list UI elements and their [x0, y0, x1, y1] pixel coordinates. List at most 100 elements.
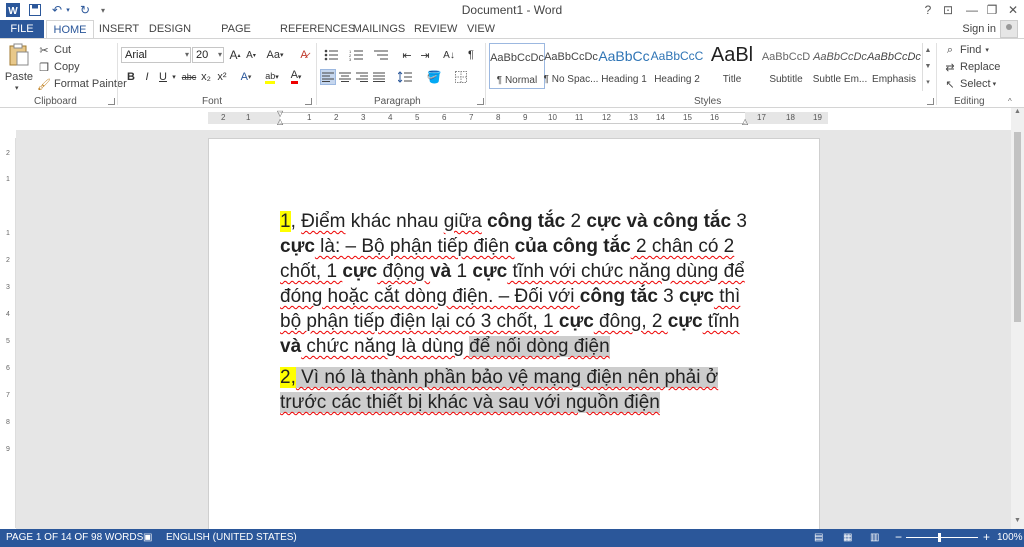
scrollbar-thumb[interactable]	[1014, 132, 1021, 322]
tab-page-layout[interactable]: PAGE LAYOUT	[200, 20, 272, 53]
minimize-button[interactable]: —	[961, 1, 983, 19]
zoom-slider-thumb[interactable]	[938, 533, 941, 542]
language-indicator[interactable]: ENGLISH (UNITED STATES)	[166, 532, 297, 543]
tab-review[interactable]: REVIEW	[414, 20, 457, 38]
ruler-number: 6	[442, 113, 447, 122]
multilevel-list-button[interactable]	[370, 47, 392, 63]
bold-term: của công tắc	[514, 236, 631, 257]
tab-design[interactable]: DESIGN	[148, 20, 192, 38]
hanging-indent-marker-icon[interactable]: △	[277, 117, 283, 126]
strikethrough-button[interactable]: abc	[180, 69, 198, 85]
shading-button[interactable]: 🪣	[423, 69, 445, 85]
paste-button[interactable]: Paste ▾	[4, 43, 33, 92]
help-button[interactable]: ?	[917, 1, 939, 19]
word-count[interactable]: 4 OF 98 WORDS	[66, 532, 143, 543]
borders-button[interactable]	[450, 69, 472, 85]
tab-insert[interactable]: INSERT	[98, 20, 140, 38]
italic-button[interactable]: I	[139, 69, 155, 85]
align-left-button[interactable]	[320, 69, 336, 85]
print-layout-icon[interactable]: ▦	[843, 532, 852, 543]
font-launcher-icon[interactable]	[305, 98, 312, 105]
document-page[interactable]: 1, Điểm khác nhau giữa công tắc 2 cực và…	[208, 138, 820, 538]
scroll-down-icon[interactable]: ▼	[923, 59, 933, 75]
proofing-icon[interactable]: ▣	[143, 532, 152, 543]
restore-button[interactable]: ❐	[981, 1, 1003, 19]
justify-button[interactable]	[371, 69, 387, 85]
bold-button[interactable]: B	[123, 69, 139, 85]
style-no-spacing[interactable]: AaBbCcDc ¶ No Spac...	[543, 43, 599, 89]
close-button[interactable]: ✕	[1002, 1, 1024, 19]
cut-button[interactable]: ✂ Cut	[37, 42, 71, 58]
web-layout-icon[interactable]: ▥	[870, 532, 879, 543]
scroll-down-arrow-icon[interactable]: ▼	[1011, 517, 1024, 529]
paragraph-2[interactable]: 2, Vì nó là thành phần bảo vệ mạng điện …	[280, 365, 750, 415]
underline-dropdown-icon[interactable]: ▾	[169, 69, 179, 85]
page-count[interactable]: PAGE 1 OF 1	[6, 532, 66, 543]
shrink-font-button[interactable]: A ▾	[243, 47, 259, 63]
superscript-button[interactable]: x²	[214, 69, 230, 85]
style-subtitle[interactable]: AaBbCcD Subtitle	[758, 43, 814, 89]
sort-icon[interactable]: A↓	[441, 47, 457, 63]
ribbon-display-button[interactable]: ⊡	[937, 1, 959, 19]
right-indent-marker-icon[interactable]: △	[742, 117, 748, 126]
format-painter-button[interactable]: 🖌 Format Painter	[37, 76, 127, 92]
horizontal-ruler[interactable]: ▽ △ △ 2 1 1 2 3 4 5 6 7 8 9 10 11 12 13 …	[0, 108, 1024, 130]
style-heading-1[interactable]: AaBbCc Heading 1	[596, 43, 652, 89]
increase-indent-icon[interactable]: ⇥	[417, 47, 433, 63]
group-divider	[936, 43, 937, 105]
font-size-combo[interactable]: 20 ▾	[192, 47, 224, 63]
zoom-out-button[interactable]: −	[895, 530, 902, 544]
highlight-button[interactable]: ab ▾	[262, 69, 282, 85]
scroll-up-arrow-icon[interactable]: ▲	[1011, 108, 1024, 120]
align-right-button[interactable]	[354, 69, 370, 85]
style-subtle-emphasis[interactable]: AaBbCcDc Subtle Em...	[812, 43, 868, 89]
style-name: ¶ Normal	[496, 75, 538, 86]
zoom-slider-track[interactable]	[906, 537, 978, 538]
line-spacing-button[interactable]	[394, 69, 416, 85]
clipboard-launcher-icon[interactable]	[108, 98, 115, 105]
zoom-level[interactable]: 100%	[997, 532, 1023, 543]
collapse-ribbon-icon[interactable]: ^	[1008, 97, 1012, 106]
avatar-icon[interactable]	[1000, 20, 1018, 38]
style-heading-2[interactable]: AaBbCcC Heading 2	[649, 43, 705, 89]
numbering-button[interactable]: 123	[345, 47, 367, 63]
style-normal[interactable]: AaBbCcDc ¶ Normal	[489, 43, 545, 89]
vertical-ruler[interactable]: 2 1 1 2 3 4 5 6 7 8 9	[4, 138, 16, 528]
styles-launcher-icon[interactable]	[927, 98, 934, 105]
styles-gallery-scroll[interactable]: ▲ ▼ ▾	[922, 43, 933, 91]
align-center-button[interactable]	[337, 69, 353, 85]
style-title[interactable]: AaBl Title	[704, 43, 760, 89]
more-styles-icon[interactable]: ▾	[923, 75, 933, 91]
document-body[interactable]: 1, Điểm khác nhau giữa công tắc 2 cực và…	[280, 209, 750, 421]
vertical-scrollbar[interactable]: ▲ ▼	[1011, 108, 1024, 529]
text-effects-button[interactable]: A ▾	[238, 69, 254, 85]
tab-view[interactable]: VIEW	[464, 20, 498, 38]
change-case-button[interactable]: Aa ▾	[264, 47, 286, 63]
font-name-combo[interactable]: Arial ▾	[121, 47, 191, 63]
show-formatting-button[interactable]: ¶	[463, 47, 479, 63]
tab-references[interactable]: REFERENCES	[280, 20, 355, 38]
font-color-button[interactable]: A ▾	[286, 69, 306, 85]
style-emphasis[interactable]: AaBbCcDc Emphasis	[866, 43, 922, 89]
select-button[interactable]: ↖ Select ▾	[943, 76, 996, 92]
paragraph-1[interactable]: 1, Điểm khác nhau giữa công tắc 2 cực và…	[280, 209, 750, 359]
grow-font-button[interactable]: A ▴	[227, 47, 243, 63]
find-button[interactable]: ⌕ Find ▾	[943, 42, 989, 58]
clear-formatting-icon[interactable]: A̷	[296, 47, 312, 63]
sign-in-link[interactable]: Sign in	[962, 23, 996, 35]
tab-file[interactable]: FILE	[0, 20, 44, 38]
tab-home[interactable]: HOME	[46, 20, 94, 39]
tab-mailings[interactable]: MAILINGS	[352, 20, 406, 38]
subscript-button[interactable]: x₂	[198, 69, 214, 85]
zoom-in-button[interactable]: +	[983, 530, 990, 544]
read-mode-icon[interactable]: ▤	[814, 532, 823, 543]
decrease-indent-icon[interactable]: ⇤	[399, 47, 415, 63]
ruler-number: 17	[757, 113, 766, 122]
style-preview: AaBbCcC	[650, 49, 704, 63]
copy-button[interactable]: ❐ Copy	[37, 59, 80, 75]
scroll-up-icon[interactable]: ▲	[923, 43, 933, 59]
bullets-button[interactable]	[320, 47, 342, 63]
replace-button[interactable]: ⇄ Replace	[943, 59, 1000, 75]
window-title: Document1 - Word	[461, 3, 563, 17]
paragraph-launcher-icon[interactable]	[477, 98, 484, 105]
